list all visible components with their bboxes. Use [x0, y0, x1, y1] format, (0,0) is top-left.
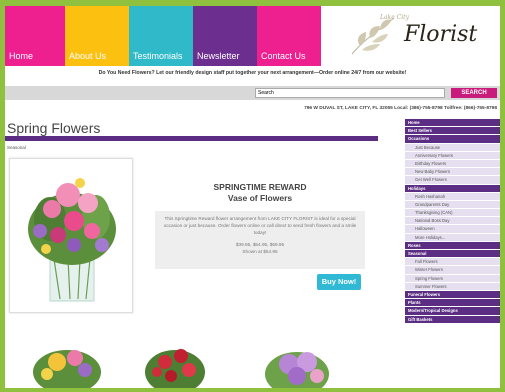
product-image[interactable] [9, 158, 133, 313]
nav-testimonials[interactable]: Testimonials [129, 6, 193, 66]
product-prices: $39.95, $54.95, $69.95 [235, 242, 285, 247]
sidebar-item-national-boss-day[interactable]: National Boss Day [405, 217, 500, 226]
sidebar-item-modern-tropical-designs[interactable]: Modern/Tropical Designs [405, 307, 500, 316]
sidebar-item-home[interactable]: Home [405, 119, 500, 128]
search-bar: SEARCH [5, 86, 500, 100]
search-input[interactable] [255, 88, 445, 98]
product-title-line1: SPRINGTIME REWARD [213, 182, 307, 192]
sidebar-nav: Home Best Sellers Occasions Just Because Ann… [405, 119, 500, 324]
nav-newsletter[interactable]: Newsletter [193, 6, 257, 66]
nav-contact-us[interactable]: Contact Us [257, 6, 321, 66]
nav-testimonials-label: Testimonials [133, 51, 183, 61]
sidebar-item-rosh-hashanah[interactable]: Rosh Hashanah [405, 192, 500, 201]
sidebar-item-roses[interactable]: Roses [405, 241, 500, 250]
sidebar-item-spring-flowers[interactable]: Spring Flowers [405, 274, 500, 283]
sidebar-item-plants[interactable]: Plants [405, 299, 500, 308]
search-button[interactable]: SEARCH [451, 88, 497, 98]
nav-about-us-label: About Us [69, 51, 107, 61]
nav-contact-us-label: Contact Us [261, 51, 306, 61]
product-description: This Springtime Reward flower arrangemen… [163, 216, 357, 235]
sidebar-item-best-sellers[interactable]: Best Sellers [405, 127, 500, 136]
sidebar-item-winter-flowers[interactable]: Winter Flowers [405, 266, 500, 275]
nav-home-label: Home [9, 51, 34, 61]
store-address: 796 W DUVAL ST, LAKE CITY, FL 32055 Loca… [304, 106, 497, 111]
logo-subtitle: Lake City [380, 14, 409, 21]
sidebar-item-seasonal[interactable]: Seasonal [405, 250, 500, 259]
breadcrumb: Seasonal [7, 145, 26, 150]
sidebar-item-gift-baskets[interactable]: Gift Baskets [405, 315, 500, 324]
product-title-line2: Vase of Flowers [227, 193, 293, 203]
sidebar-item-fall-flowers[interactable]: Fall Flowers [405, 258, 500, 267]
sidebar-item-anniversary-flowers[interactable]: Anniversary Flowers [405, 151, 500, 160]
sidebar-item-get-well-flowers[interactable]: Get Well Flowers [405, 176, 500, 185]
flower-vase-image [28, 178, 116, 302]
sidebar-item-holidays[interactable]: Holidays [405, 184, 500, 193]
product-thumbnail-1[interactable] [27, 328, 107, 388]
title-divider [5, 136, 378, 141]
logo-text: Florist [404, 22, 478, 47]
sidebar-item-just-because[interactable]: Just Because [405, 143, 500, 152]
sidebar-item-thanksgiving-can[interactable]: Thanksgiving (CAN) [405, 209, 500, 218]
product-thumbnail-3[interactable] [257, 328, 337, 388]
nav-about-us[interactable]: About Us [65, 6, 129, 66]
product-shown-at: Shown at $54.95 [242, 249, 278, 254]
main-nav: Home About Us Testimonials Newsletter Co… [5, 6, 321, 66]
sidebar-item-birthday-flowers[interactable]: Birthday Flowers [405, 159, 500, 169]
product-description-box: This Springtime Reward flower arrangemen… [155, 211, 365, 269]
sidebar-item-grandparents-day[interactable]: Grandparents Day [405, 200, 500, 210]
sidebar-item-summer-flowers[interactable]: Summer Flowers [405, 282, 500, 291]
tagline: Do You Need Flowers? Let our friendly de… [98, 70, 407, 76]
sidebar-item-funeral-flowers[interactable]: Funeral Flowers [405, 290, 500, 300]
sidebar-item-new-baby-flowers[interactable]: New Baby Flowers [405, 168, 500, 177]
product-title: SPRINGTIME REWARD Vase of Flowers [155, 182, 365, 204]
nav-newsletter-label: Newsletter [197, 51, 240, 61]
sidebar-item-halloween[interactable]: Halloween [405, 225, 500, 234]
page-title: Spring Flowers [7, 120, 101, 136]
sidebar-item-more-holidays[interactable]: More Holidays... [405, 233, 500, 242]
product-thumbnail-2[interactable] [135, 328, 215, 388]
page: Home About Us Testimonials Newsletter Co… [5, 6, 500, 388]
site-logo[interactable]: Lake City Florist [342, 10, 492, 62]
buy-now-button[interactable]: Buy Now! [317, 274, 361, 290]
sidebar-item-occasions[interactable]: Occasions [405, 135, 500, 144]
nav-home[interactable]: Home [5, 6, 65, 66]
